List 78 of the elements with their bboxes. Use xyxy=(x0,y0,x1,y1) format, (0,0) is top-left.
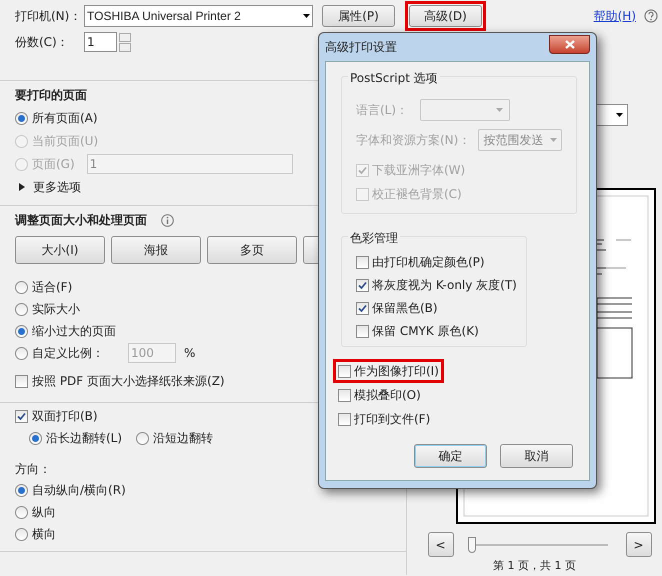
close-button[interactable] xyxy=(549,34,590,54)
checkbox[interactable] xyxy=(15,410,28,422)
option-label: 所有页面(A) xyxy=(32,110,98,127)
dialog-button[interactable]: 高级(D) xyxy=(409,4,482,26)
option-label: 纵向 xyxy=(32,504,56,521)
option-label: 作为图像打印(I) xyxy=(354,363,439,380)
option-label: 打印到文件(F) xyxy=(354,411,430,428)
printer-label: 打印机(N)： xyxy=(15,8,82,24)
option-label: 缩小过大的页面 xyxy=(32,323,116,340)
option-label: 将灰度视为 K-only 灰度(T) xyxy=(372,277,517,294)
section-title: 要打印的页面 xyxy=(15,87,88,104)
option-label: 页面(G) xyxy=(32,156,75,173)
dropdown-arrow-icon xyxy=(496,108,504,112)
field-label: 字体和资源方案(N)： xyxy=(356,132,470,149)
checkbox[interactable] xyxy=(356,188,369,200)
help-icon xyxy=(644,8,658,22)
section-title: 调整页面大小和处理页面 xyxy=(15,212,147,229)
group-title: 色彩管理 xyxy=(348,229,400,247)
dialog-title: 高级打印设置 xyxy=(325,39,397,56)
copies-label: 份数(C)： xyxy=(15,34,70,51)
radio-button[interactable] xyxy=(15,484,28,496)
slider-thumb[interactable] xyxy=(468,536,476,552)
option-label: 当前页面(U) xyxy=(32,133,98,150)
radio-button[interactable] xyxy=(15,324,28,338)
radio-button[interactable] xyxy=(15,528,28,540)
printer-dropdown[interactable]: TOSHIBA Universal Printer 2 xyxy=(84,4,313,26)
radio-button[interactable] xyxy=(15,302,28,316)
radio-button[interactable] xyxy=(136,432,150,444)
dropdown-arrow-icon xyxy=(303,14,310,18)
option-label: 实际大小 xyxy=(32,301,80,318)
option-label: 适合(F) xyxy=(32,279,72,296)
radio-button[interactable] xyxy=(15,346,28,360)
option-label: 保留 CMYK 原色(K) xyxy=(372,323,479,340)
checkbox[interactable] xyxy=(356,278,369,292)
checkbox[interactable] xyxy=(338,364,351,378)
checkbox[interactable] xyxy=(338,388,351,402)
radio-button[interactable] xyxy=(15,506,28,518)
close-icon xyxy=(564,40,574,48)
percent-sign: % xyxy=(184,345,196,362)
option-label: 由打印机确定颜色(P) xyxy=(372,254,485,271)
dropdown-arrow-icon xyxy=(550,138,557,142)
sizing-button[interactable]: 海报 xyxy=(111,236,201,264)
option-label: 沿长边翻转(L) xyxy=(46,430,122,447)
help-link[interactable]: 帮助(H) xyxy=(594,6,636,24)
checkbox[interactable] xyxy=(338,412,351,426)
radio-button[interactable] xyxy=(15,112,28,124)
checkbox[interactable] xyxy=(15,374,28,388)
section-label: 方向： xyxy=(15,461,52,478)
dialog-button[interactable]: 取消 xyxy=(500,444,573,468)
expand-arrow-icon[interactable] xyxy=(19,183,25,191)
info-icon xyxy=(161,214,174,226)
radio-button[interactable] xyxy=(15,280,28,294)
sizing-button[interactable]: 大小(I) xyxy=(15,236,105,264)
field-label: 语言(L)： xyxy=(356,102,408,119)
dialog-button[interactable]: 属性(P) xyxy=(322,4,395,26)
group-title: PostScript 选项 xyxy=(348,69,440,87)
option-label: 校正褪色背景(C) xyxy=(372,186,462,203)
page-count-label: 第 1 页，共 1 页 xyxy=(493,558,576,574)
checkbox[interactable] xyxy=(356,164,369,176)
option-label: 自动纵向/横向(R) xyxy=(32,482,126,499)
option-label: 下载亚洲字体(W) xyxy=(372,162,466,179)
option-label: 模拟叠印(O) xyxy=(354,387,421,404)
option-label: 双面打印(B) xyxy=(32,408,98,425)
option-label: 自定义比例： xyxy=(32,345,104,362)
radio-button[interactable] xyxy=(29,432,42,444)
previous-page-button[interactable]: < xyxy=(428,532,454,557)
option-label: 保留黑色(B) xyxy=(372,300,438,317)
option-label: 横向 xyxy=(32,526,56,543)
checkbox[interactable] xyxy=(356,324,369,338)
checkbox[interactable] xyxy=(356,256,369,268)
dropdown-arrow-icon xyxy=(616,113,623,117)
checkbox[interactable] xyxy=(356,302,369,314)
option-label: 按照 PDF 页面大小选择纸张来源(Z) xyxy=(32,373,225,390)
sizing-button[interactable]: 多页 xyxy=(207,236,297,264)
page-slider[interactable] xyxy=(468,536,608,554)
dialog-button[interactable]: 确定 xyxy=(414,444,487,468)
next-page-button[interactable]: > xyxy=(626,532,652,557)
option-label: 沿短边翻转 xyxy=(153,430,214,447)
